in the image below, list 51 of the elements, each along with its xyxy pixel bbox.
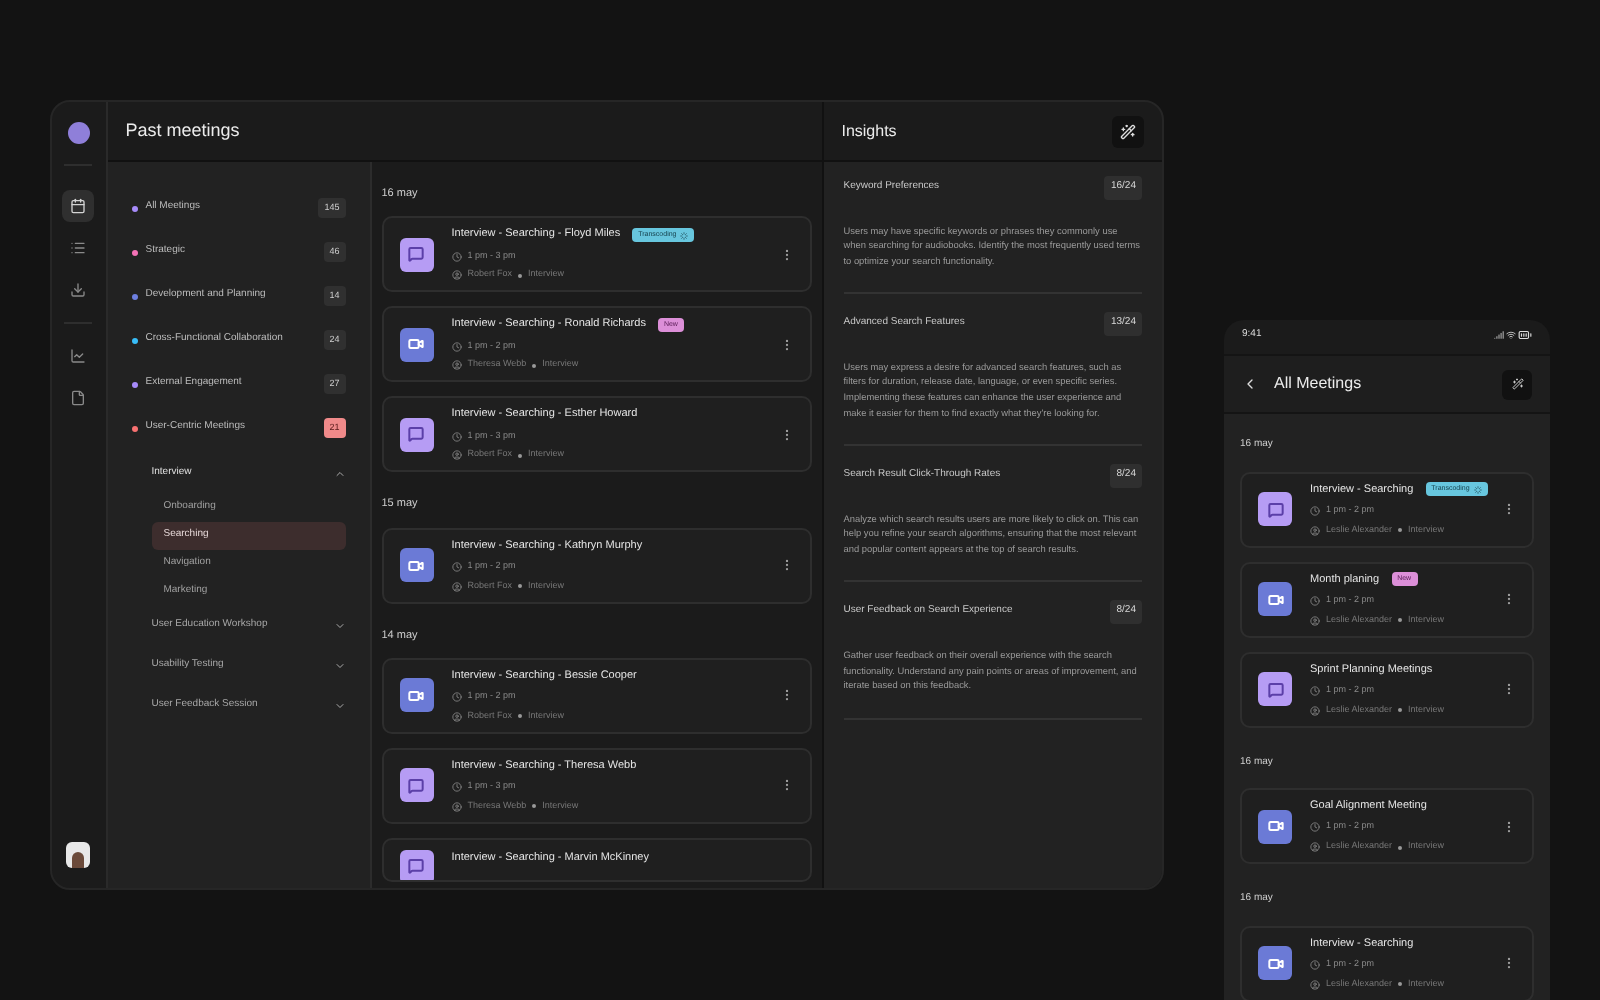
clock-icon: [451, 251, 462, 261]
chevron-down-icon[interactable]: [333, 700, 346, 712]
clock-icon: [451, 782, 462, 792]
clock-icon: [1310, 959, 1320, 970]
chevron-down-icon[interactable]: [333, 660, 346, 672]
video-icon: [1258, 582, 1292, 616]
avatar-icon[interactable]: [66, 842, 91, 868]
video-icon: [399, 548, 434, 582]
mobile-title: All Meetings: [1274, 372, 1362, 396]
clock-icon: [1310, 685, 1320, 696]
chat-icon: [399, 849, 434, 880]
clock-icon: [1310, 822, 1320, 833]
magic-wand-button[interactable]: [1112, 115, 1144, 147]
clock-icon: [451, 692, 462, 702]
chat-icon: [1258, 492, 1292, 526]
person-icon: [1310, 979, 1320, 989]
video-icon: [399, 678, 434, 713]
person-icon: [451, 360, 462, 371]
chat-icon: [399, 417, 434, 452]
signal-icon: [1494, 330, 1504, 340]
insights-title: Insights: [841, 119, 897, 143]
clock-icon: [451, 561, 462, 572]
clock-icon: [1310, 595, 1320, 606]
person-icon: [451, 581, 462, 591]
person-icon: [451, 801, 462, 812]
clock-icon: [1310, 505, 1320, 516]
chat-icon: [399, 237, 434, 272]
person-icon: [451, 711, 462, 722]
person-icon: [1310, 525, 1320, 535]
video-icon: [1258, 809, 1292, 843]
person-icon: [1310, 615, 1320, 625]
person-icon: [451, 450, 462, 461]
person-icon: [1310, 842, 1320, 852]
battery-icon: [1518, 328, 1532, 342]
wifi-icon: [1506, 330, 1516, 340]
clock-icon: [451, 431, 462, 441]
chat-icon: [1258, 672, 1292, 706]
chat-icon: [399, 768, 434, 803]
video-icon: [1258, 946, 1292, 980]
magic-wand-icon: [1511, 378, 1523, 390]
page-title: Past meetings: [125, 117, 240, 144]
chevron-up-icon[interactable]: [333, 468, 346, 480]
logo-icon: [67, 122, 90, 144]
calendar-icon[interactable]: [62, 190, 95, 222]
person-icon: [1310, 705, 1320, 715]
video-icon: [399, 327, 434, 362]
chevron-down-icon[interactable]: [333, 620, 346, 632]
clock-icon: [451, 341, 462, 351]
magic-wand-icon: [1120, 123, 1136, 139]
back-icon[interactable]: [1242, 376, 1258, 392]
person-icon: [451, 270, 462, 281]
